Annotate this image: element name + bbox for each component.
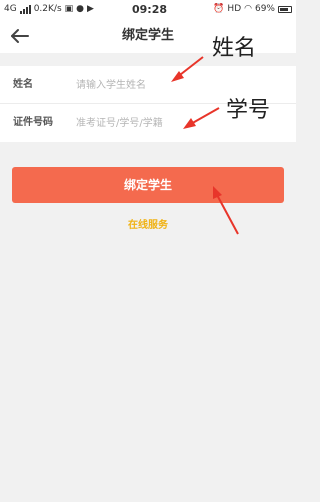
- status-time: 09:28: [132, 3, 168, 16]
- hd-label: HD: [227, 4, 242, 14]
- wifi-icon: ◠: [244, 4, 252, 14]
- name-label: 姓名: [13, 79, 33, 90]
- online-service-link[interactable]: 在线服务: [0, 216, 296, 231]
- id-label: 证件号码: [13, 117, 53, 128]
- status-bar: 4G 0.2K/s ▣ ● ▶ 09:28 ⏰ HD ◠ 69%: [0, 0, 296, 19]
- battery-icon: [278, 6, 292, 13]
- signal-icon: [19, 5, 31, 14]
- chat-icon: ●: [76, 4, 85, 14]
- video-icon: ▶: [87, 4, 94, 14]
- status-left: 4G 0.2K/s ▣ ● ▶: [4, 0, 94, 19]
- annotation-id-note: 学号: [226, 98, 271, 123]
- bind-student-button[interactable]: 绑定学生: [12, 167, 284, 203]
- alarm-icon: ⏰: [213, 4, 225, 14]
- network-speed: 0.2K/s: [33, 4, 62, 14]
- notification-icon: ▣: [64, 4, 74, 14]
- annotation-name-note: 姓名: [212, 36, 257, 61]
- status-right: ⏰ HD ◠ 69%: [213, 0, 292, 19]
- network-type: 4G: [4, 4, 17, 14]
- battery-percent: 69%: [254, 4, 275, 14]
